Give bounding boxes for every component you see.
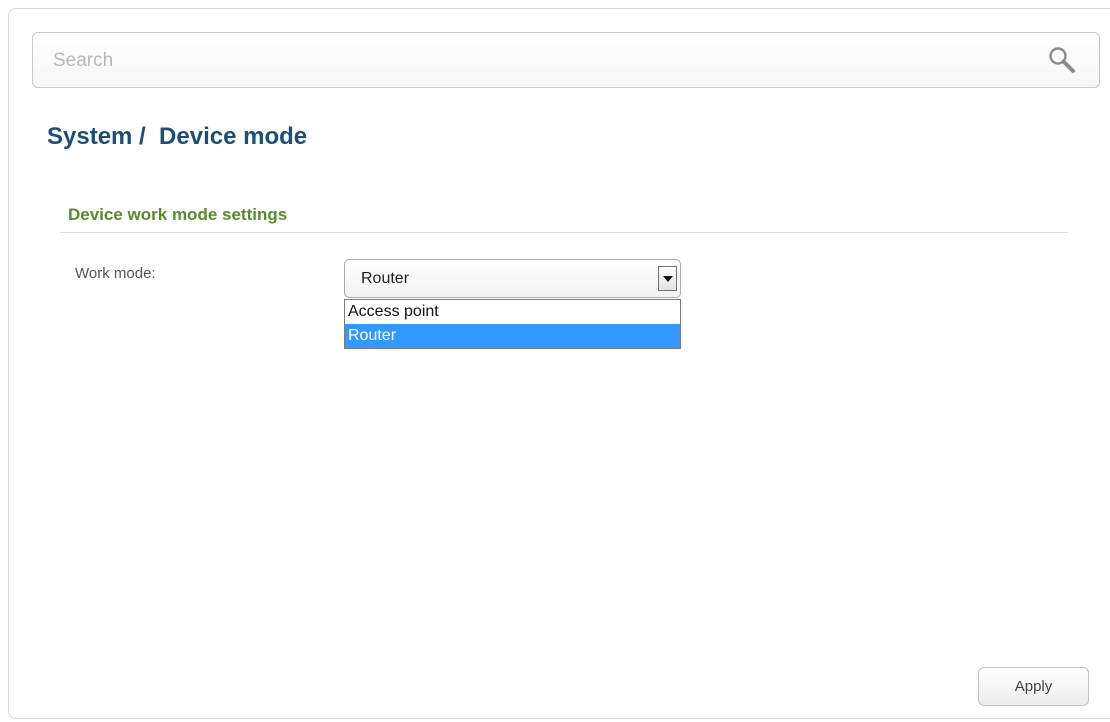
page-title: System / Device mode	[47, 123, 308, 150]
search-icon[interactable]	[1047, 45, 1077, 75]
work-mode-value: Router	[361, 270, 410, 287]
chevron-down-icon[interactable]	[658, 266, 677, 291]
option-router[interactable]: Router	[345, 324, 680, 348]
work-mode-select[interactable]: Router	[344, 259, 681, 298]
apply-button[interactable]: Apply	[978, 667, 1089, 706]
content-panel	[8, 8, 1110, 719]
work-mode-dropdown: Access point Router	[344, 299, 681, 349]
option-access-point[interactable]: Access point	[345, 300, 680, 324]
section-divider	[60, 232, 1068, 233]
search-box	[32, 32, 1100, 88]
section-title: Device work mode settings	[68, 205, 288, 224]
search-input[interactable]	[53, 47, 1013, 75]
work-mode-label: Work mode:	[75, 265, 156, 282]
